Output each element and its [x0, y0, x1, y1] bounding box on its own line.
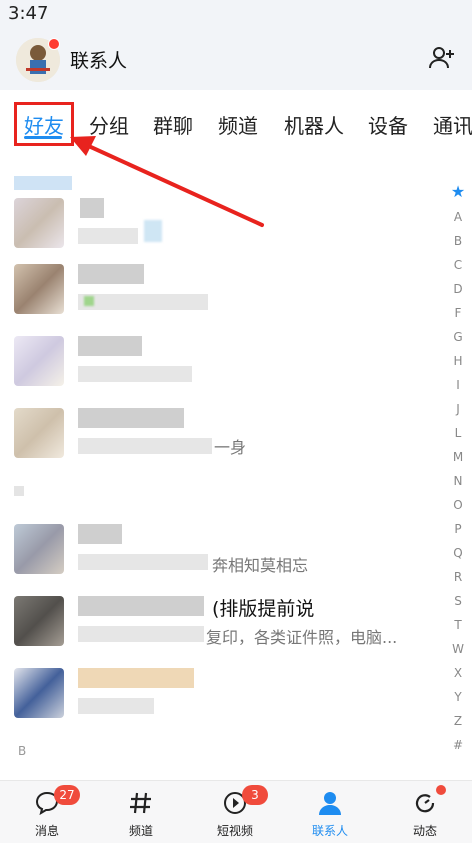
index-letter[interactable]: Y [446, 690, 470, 704]
index-letter[interactable]: Z [446, 714, 470, 728]
notification-dot [48, 38, 60, 50]
highlight-box [14, 102, 74, 146]
index-letter[interactable]: X [446, 666, 470, 680]
contact-name: (排版提前说 [212, 598, 315, 620]
status-time: 3:47 [8, 3, 49, 24]
contact-name [80, 198, 104, 218]
bottom-nav: 27 消息 频道 3 短视频 联系人 动态 [0, 780, 472, 843]
index-letter[interactable]: R [446, 570, 470, 584]
contact-status [78, 698, 154, 714]
favorites-row [14, 176, 72, 190]
tab-channels[interactable]: 频道 [218, 110, 258, 139]
avatar [14, 336, 64, 386]
index-letter[interactable]: N [446, 474, 470, 488]
nav-short-video[interactable]: 3 短视频 [188, 781, 282, 843]
index-letter[interactable]: M [446, 450, 470, 464]
index-letter[interactable]: J [446, 402, 470, 416]
tab-address-book[interactable]: 通讯 [433, 110, 472, 139]
contact-snippet: 一身 [214, 438, 247, 457]
index-letter[interactable]: W [446, 642, 470, 656]
index-letter[interactable]: H [446, 354, 470, 368]
contact-name-blurred [78, 596, 204, 616]
alphabet-index: ★ A B C D F G H I J L M N O P Q R S T W … [446, 180, 470, 760]
index-letter[interactable]: B [446, 234, 470, 248]
contact-name [78, 264, 144, 284]
tab-groups[interactable]: 分组 [89, 110, 129, 139]
contact-status [78, 228, 138, 244]
section-marker [14, 486, 24, 496]
contact-snippet: 奔相知莫相忘 [212, 556, 309, 575]
nav-label: 消息 [34, 824, 59, 838]
contact-status [78, 294, 208, 310]
list-item[interactable]: 奔相知莫相忘 [0, 516, 440, 586]
add-friend-icon[interactable] [428, 44, 456, 72]
contact-name [78, 408, 184, 428]
list-item[interactable]: (排版提前说 复印，各类证件照，电脑... [0, 588, 440, 658]
unread-badge: 27 [54, 785, 80, 805]
header: 联系人 [0, 28, 472, 90]
contact-status [78, 626, 204, 642]
list-item[interactable] [0, 256, 440, 326]
index-star[interactable]: ★ [446, 182, 470, 201]
list-item[interactable]: 一身 [0, 400, 440, 470]
index-letter[interactable]: F [446, 306, 470, 320]
list-item[interactable] [0, 328, 440, 398]
index-letter[interactable]: T [446, 618, 470, 632]
refresh-icon [415, 794, 435, 813]
avatar [14, 264, 64, 314]
section-letter: B [18, 744, 27, 758]
nav-moments[interactable]: 动态 [378, 781, 472, 843]
page-title: 联系人 [70, 50, 128, 72]
contact-snippet: 复印，各类证件照，电脑... [206, 628, 398, 647]
nav-channels[interactable]: 频道 [94, 781, 188, 843]
contact-name [78, 336, 142, 356]
nav-contacts[interactable]: 联系人 [283, 781, 377, 843]
index-letter[interactable]: C [446, 258, 470, 272]
contact-badge [144, 220, 162, 242]
index-letter[interactable]: Q [446, 546, 470, 560]
status-bar: 3:47 [0, 0, 472, 28]
contact-status [78, 366, 192, 382]
notification-dot [436, 785, 446, 795]
index-letter[interactable]: A [446, 210, 470, 224]
nav-label: 动态 [412, 824, 437, 838]
nav-messages[interactable]: 27 消息 [0, 781, 94, 843]
avatar [14, 668, 64, 718]
index-letter[interactable]: L [446, 426, 470, 440]
hash-icon [130, 792, 151, 814]
nav-label: 短视频 [216, 824, 253, 838]
nav-label: 频道 [128, 824, 153, 838]
tab-robots[interactable]: 机器人 [284, 110, 344, 139]
index-letter[interactable]: I [446, 378, 470, 392]
contact-status [78, 438, 212, 454]
avatar [14, 408, 64, 458]
online-indicator [84, 296, 94, 306]
index-letter[interactable]: G [446, 330, 470, 344]
tab-devices[interactable]: 设备 [368, 110, 408, 139]
avatar [14, 198, 64, 248]
list-item[interactable] [0, 660, 440, 730]
list-item[interactable] [0, 190, 440, 260]
index-letter[interactable]: D [446, 282, 470, 296]
avatar [14, 524, 64, 574]
unread-badge: 3 [242, 785, 268, 805]
index-letter[interactable]: P [446, 522, 470, 536]
person-icon [319, 792, 341, 815]
index-letter[interactable]: O [446, 498, 470, 512]
avatar [14, 596, 64, 646]
index-letter[interactable]: # [446, 738, 470, 752]
contact-name [78, 668, 194, 688]
contact-status [78, 554, 208, 570]
index-letter[interactable]: S [446, 594, 470, 608]
contact-name [78, 524, 122, 544]
nav-label: 联系人 [311, 824, 348, 838]
tab-group-chats[interactable]: 群聊 [153, 110, 193, 139]
